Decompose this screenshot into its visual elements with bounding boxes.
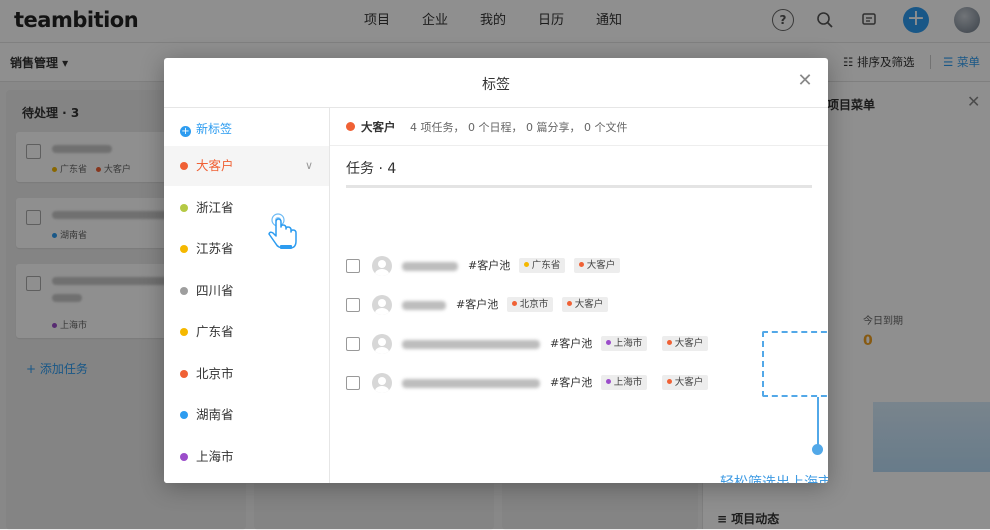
tag-label: 大客户 [674, 338, 704, 349]
tag-label: 上海市 [613, 377, 643, 388]
close-icon[interactable]: ✕ [794, 70, 816, 92]
tag-chip[interactable]: 北京市 [506, 297, 554, 312]
tag-color-dot [180, 328, 188, 336]
tag-dot [578, 262, 584, 267]
tag-label: 浙江省 [196, 200, 234, 215]
tag-dot [666, 340, 672, 345]
callout-dot [812, 444, 823, 455]
new-tag-button[interactable]: + 新标签 [180, 120, 232, 137]
tag-color-dot [180, 162, 188, 170]
modal-header: 标签 ✕ [164, 58, 828, 108]
tag-item-广东省[interactable]: 广东省 [164, 312, 329, 352]
tag-dot [666, 379, 672, 384]
tag-dot [605, 379, 611, 384]
task-checkbox[interactable] [346, 298, 360, 312]
tag-chip[interactable]: 上海市 [600, 375, 648, 390]
pointer-hand-icon [268, 213, 297, 249]
tag-color-dot [180, 411, 188, 419]
tag-label: 大客户 [674, 377, 704, 388]
tags-modal: 标签 ✕ + 新标签 大客户 ∨ 浙江省 江苏省 四川省 广东省 北京市 湖南省… [164, 58, 828, 483]
tag-color-dot [180, 370, 188, 378]
tag-item-湖南省[interactable]: 湖南省 [164, 395, 329, 435]
task-title-blurred [402, 379, 540, 388]
new-tag-label: 新标签 [196, 122, 233, 136]
tag-label: 大客户 [196, 158, 234, 173]
tag-label: 江苏省 [196, 241, 234, 256]
tag-item-上海市[interactable]: 上海市 [164, 437, 329, 477]
task-title-blurred [402, 301, 446, 310]
modal-title: 标签 [482, 77, 510, 93]
task-checkbox[interactable] [346, 337, 360, 351]
tag-label: 大客户 [586, 260, 616, 271]
avatar [372, 373, 392, 393]
tag-chip[interactable]: 广东省 [518, 258, 566, 273]
tag-label: 大客户 [574, 299, 604, 310]
tag-detail: 大客户 4 项任务， 0 个日程， 0 篇分享， 0 个文件 任务 · 4 #客… [330, 108, 828, 483]
tag-color-dot [180, 453, 188, 461]
task-pool: #客户池 [456, 298, 499, 311]
callout-text: 轻松筛选出上海市的大客户 [720, 475, 828, 483]
tag-item-四川省[interactable]: 四川省 [164, 271, 329, 311]
task-pool: #客户池 [468, 259, 511, 272]
task-row[interactable]: #客户池 北京市 大客户 [346, 294, 816, 318]
task-title-blurred [402, 262, 458, 271]
task-pool: #客户池 [550, 337, 593, 350]
tag-color-dot [180, 245, 188, 253]
tag-label: 北京市 [519, 299, 549, 310]
task-checkbox[interactable] [346, 376, 360, 390]
tag-color-dot [346, 122, 355, 131]
task-meta: #客户池 上海市 大客户 [550, 374, 709, 390]
plus-icon: + [180, 126, 191, 137]
tag-label: 上海市 [613, 338, 643, 349]
tag-label: 四川省 [196, 283, 234, 298]
task-meta: #客户池 上海市 大客户 [550, 335, 709, 351]
callout-line [817, 397, 819, 447]
task-meta: #客户池 广东省 大客户 [468, 257, 621, 273]
tag-chip[interactable]: 上海市 [600, 336, 648, 351]
tag-color-dot [180, 287, 188, 295]
avatar [372, 334, 392, 354]
tag-label: 广东省 [196, 324, 234, 339]
tag-dot [511, 301, 517, 306]
tag-label: 北京市 [196, 366, 234, 381]
tag-item-江苏省[interactable]: 江苏省 [164, 229, 329, 269]
tag-chip[interactable]: 大客户 [573, 258, 621, 273]
tag-item-北京市[interactable]: 北京市 [164, 354, 329, 394]
tag-label: 上海市 [196, 449, 234, 464]
tag-name: 大客户 [361, 120, 396, 134]
tag-list: + 新标签 大客户 ∨ 浙江省 江苏省 四川省 广东省 北京市 湖南省 上海市 [164, 108, 330, 483]
task-pool: #客户池 [550, 376, 593, 389]
avatar [372, 256, 392, 276]
chevron-down-icon[interactable]: ∨ [305, 146, 313, 186]
shanghai-highlight-box [762, 331, 828, 397]
task-checkbox[interactable] [346, 259, 360, 273]
tag-label: 湖南省 [196, 407, 234, 422]
tag-chip[interactable]: 大客户 [661, 336, 709, 351]
tasks-heading: 任务 · 4 [346, 161, 397, 177]
tag-chip[interactable]: 大客户 [561, 297, 609, 312]
tag-chip[interactable]: 大客户 [661, 375, 709, 390]
tag-dot [566, 301, 572, 306]
task-title-blurred [402, 340, 540, 349]
tag-item-浙江省[interactable]: 浙江省 [164, 188, 329, 228]
tag-dot [605, 340, 611, 345]
divider [346, 185, 812, 188]
task-row[interactable]: #客户池 广东省 大客户 [346, 255, 816, 279]
task-row[interactable]: #客户池 上海市 大客户 [346, 372, 816, 396]
tag-summary: 大客户 4 项任务， 0 个日程， 0 篇分享， 0 个文件 [330, 108, 828, 146]
tag-dot [523, 262, 529, 267]
task-meta: #客户池 北京市 大客户 [456, 296, 609, 312]
avatar [372, 295, 392, 315]
tag-label: 广东省 [531, 260, 561, 271]
tag-item-大客户[interactable]: 大客户 ∨ [164, 146, 329, 186]
task-row[interactable]: #客户池 上海市 大客户 [346, 333, 816, 357]
tag-color-dot [180, 204, 188, 212]
tag-stats: 4 项任务， 0 个日程， 0 篇分享， 0 个文件 [410, 121, 628, 134]
